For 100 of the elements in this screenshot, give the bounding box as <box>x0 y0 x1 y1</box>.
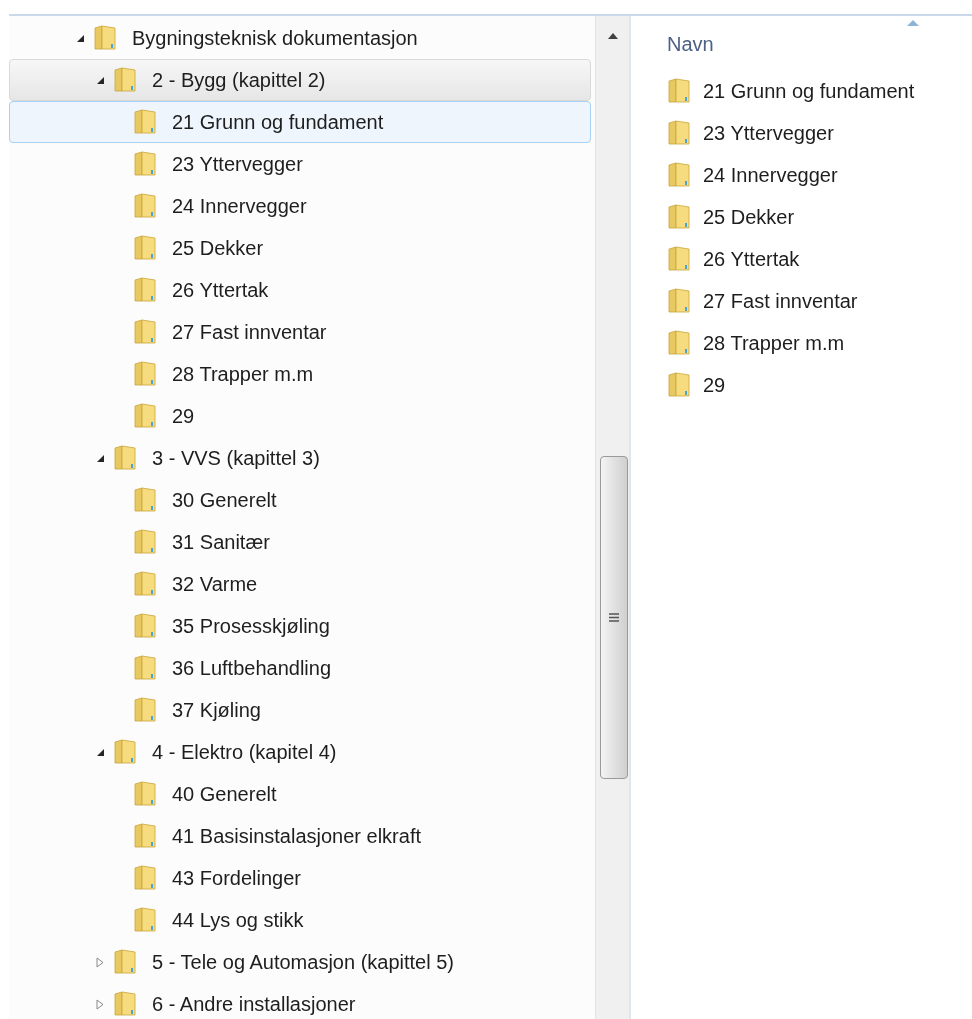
tree-item[interactable]: 43 Fordelinger <box>9 857 591 899</box>
expanded-arrow-icon[interactable] <box>95 453 105 463</box>
tree-item-label: 30 Generelt <box>172 488 277 513</box>
tree-item[interactable]: 35 Prosesskjøling <box>9 605 591 647</box>
tree-item[interactable]: 2 - Bygg (kapittel 2) <box>9 59 591 101</box>
tree-item[interactable]: 30 Generelt <box>9 479 591 521</box>
tree-item-label: 3 - VVS (kapittel 3) <box>152 446 320 471</box>
folder-icon <box>133 235 157 261</box>
folder-icon <box>133 655 157 681</box>
folder-icon <box>113 949 137 975</box>
collapsed-arrow-icon[interactable] <box>96 998 104 1010</box>
tree-item-label: 27 Fast innventar <box>172 320 327 345</box>
file-list-item[interactable]: 25 Dekker <box>667 196 972 238</box>
tree-item[interactable]: 32 Varme <box>9 563 591 605</box>
tree-item[interactable]: 37 Kjøling <box>9 689 591 731</box>
tree-item-label: 43 Fordelinger <box>172 866 301 891</box>
expanded-arrow-icon[interactable] <box>95 75 105 85</box>
column-header[interactable]: Navn <box>667 16 972 70</box>
tree-item-label: 25 Dekker <box>172 236 264 261</box>
file-list-item[interactable]: 24 Innervegger <box>667 154 972 196</box>
folder-icon <box>667 162 691 188</box>
folder-icon <box>133 361 157 387</box>
file-list-item[interactable]: 23 Yttervegger <box>667 112 972 154</box>
folder-icon <box>133 907 157 933</box>
tree-item[interactable]: 4 - Elektro (kapitel 4) <box>9 731 591 773</box>
tree-item-label: 40 Generelt <box>172 782 277 807</box>
folder-icon <box>667 330 691 356</box>
tree-item-label: 29 <box>172 404 195 429</box>
tree-item[interactable]: 31 Sanitær <box>9 521 591 563</box>
collapsed-arrow-icon[interactable] <box>96 956 104 968</box>
file-list-item[interactable]: 21 Grunn og fundament <box>667 70 972 112</box>
file-list-item[interactable]: 27 Fast innventar <box>667 280 972 322</box>
file-list-item-label: 25 Dekker <box>703 205 795 230</box>
tree-item-label: 5 - Tele og Automasjon (kapittel 5) <box>152 950 455 975</box>
tree-item[interactable]: 36 Luftbehandling <box>9 647 591 689</box>
folder-icon <box>667 204 691 230</box>
sort-up-arrow-icon <box>907 20 919 26</box>
folder-icon <box>133 193 157 219</box>
tree-item[interactable]: 23 Yttervegger <box>9 143 591 185</box>
tree-item[interactable]: 40 Generelt <box>9 773 591 815</box>
folder-icon <box>133 781 157 807</box>
tree-item-label: 36 Luftbehandling <box>172 656 332 681</box>
folder-icon <box>133 403 157 429</box>
folder-icon <box>133 613 157 639</box>
tree-item-label: 31 Sanitær <box>172 530 270 555</box>
file-list-item[interactable]: 28 Trapper m.m <box>667 322 972 364</box>
tree-item[interactable]: 29 <box>9 395 591 437</box>
tree-item[interactable]: Bygningsteknisk dokumentasjon <box>9 17 591 59</box>
scrollbar-thumb[interactable] <box>600 456 628 779</box>
folder-icon <box>113 445 137 471</box>
folder-icon <box>667 120 691 146</box>
tree-item-label: 44 Lys og stikk <box>172 908 304 933</box>
folder-icon <box>133 529 157 555</box>
tree-item[interactable]: 3 - VVS (kapittel 3) <box>9 437 591 479</box>
tree-item[interactable]: 41 Basisinstalasjoner elkraft <box>9 815 591 857</box>
tree-item[interactable]: 28 Trapper m.m <box>9 353 591 395</box>
tree-item[interactable]: 25 Dekker <box>9 227 591 269</box>
file-list-item-label: 28 Trapper m.m <box>703 331 845 356</box>
tree-item-label: Bygningsteknisk dokumentasjon <box>132 26 418 51</box>
tree-item[interactable]: 26 Yttertak <box>9 269 591 311</box>
grip-icon <box>609 613 619 622</box>
file-list-item-label: 24 Innervegger <box>703 163 838 188</box>
folder-icon <box>133 571 157 597</box>
tree-item-label: 21 Grunn og fundament <box>172 110 384 135</box>
folder-icon <box>133 151 157 177</box>
tree-item[interactable]: 27 Fast innventar <box>9 311 591 353</box>
tree-item-label: 35 Prosesskjøling <box>172 614 330 639</box>
folder-icon <box>667 246 691 272</box>
tree-item-label: 37 Kjøling <box>172 698 261 723</box>
file-list-item-label: 21 Grunn og fundament <box>703 79 915 104</box>
tree-item[interactable]: 6 - Andre installasjoner <box>9 983 591 1019</box>
file-list-item-label: 27 Fast innventar <box>703 289 858 314</box>
folder-icon <box>133 109 157 135</box>
folder-icon <box>133 277 157 303</box>
tree-item-label: 2 - Bygg (kapittel 2) <box>152 68 326 93</box>
folder-icon <box>667 288 691 314</box>
file-list-item[interactable]: 29 <box>667 364 972 406</box>
tree-item-label: 6 - Andre installasjoner <box>152 992 356 1017</box>
tree-item-label: 32 Varme <box>172 572 258 597</box>
folder-icon <box>667 372 691 398</box>
expanded-arrow-icon[interactable] <box>95 747 105 757</box>
folder-icon <box>133 487 157 513</box>
tree-item[interactable]: 21 Grunn og fundament <box>9 101 591 143</box>
folder-icon <box>113 739 137 765</box>
expanded-arrow-icon[interactable] <box>75 33 85 43</box>
tree-item-label: 28 Trapper m.m <box>172 362 314 387</box>
tree-item-label: 23 Yttervegger <box>172 152 303 177</box>
scroll-up-arrow-icon[interactable] <box>607 33 618 39</box>
tree-item[interactable]: 44 Lys og stikk <box>9 899 591 941</box>
file-list-item-label: 23 Yttervegger <box>703 121 834 146</box>
file-list-item-label: 26 Yttertak <box>703 247 800 272</box>
tree-item[interactable]: 5 - Tele og Automasjon (kapittel 5) <box>9 941 591 983</box>
tree-item[interactable]: 24 Innervegger <box>9 185 591 227</box>
scrollbar[interactable] <box>595 16 629 1019</box>
tree-item-label: 41 Basisinstalasjoner elkraft <box>172 824 421 849</box>
folder-icon <box>113 67 137 93</box>
file-list-item[interactable]: 26 Yttertak <box>667 238 972 280</box>
folder-icon <box>133 319 157 345</box>
tree-item-label: 4 - Elektro (kapitel 4) <box>152 740 337 765</box>
folder-icon <box>667 78 691 104</box>
